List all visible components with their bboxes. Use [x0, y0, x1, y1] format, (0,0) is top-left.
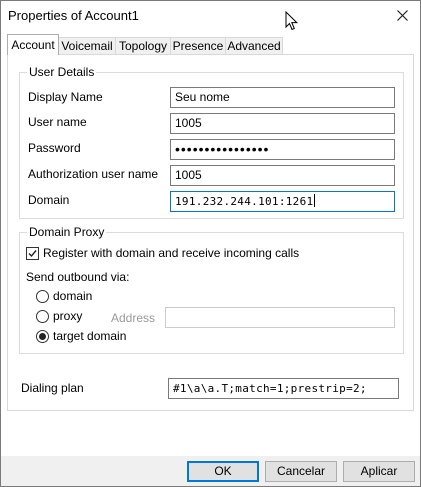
radio-proxy-label: proxy: [53, 309, 83, 323]
display-name-label: Display Name: [28, 90, 103, 104]
mouse-pointer-icon: [285, 11, 299, 31]
domain-proxy-group: Domain Proxy Register with domain and re…: [19, 225, 404, 354]
register-checkbox-label: Register with domain and receive incomin…: [43, 246, 300, 260]
register-checkbox[interactable]: [26, 246, 39, 260]
auth-user-name-label: Authorization user name: [28, 167, 159, 181]
title-bar: Properties of Account1: [1, 1, 420, 31]
cancel-button[interactable]: Cancelar: [265, 461, 337, 482]
dialing-plan-input[interactable]: #1\a\a.T;match=1;prestrip=2;: [168, 378, 399, 399]
radio-target-domain-label: target domain: [53, 329, 127, 343]
apply-button[interactable]: Aplicar: [343, 461, 415, 482]
account-tab-panel: User Details Display Name Seu nome User …: [7, 54, 414, 411]
tab-advanced[interactable]: Advanced: [225, 37, 283, 55]
ok-button[interactable]: OK: [187, 461, 259, 482]
tab-account[interactable]: Account: [7, 34, 59, 55]
domain-input[interactable]: 191.232.244.101:1261: [170, 191, 395, 212]
checkmark-icon: [28, 249, 37, 257]
close-icon: [396, 9, 408, 21]
radio-target-domain-row[interactable]: target domain: [36, 329, 126, 343]
auth-user-name-input[interactable]: 1005: [170, 165, 395, 186]
user-details-title: User Details: [27, 65, 97, 79]
radio-selected-dot: [39, 332, 46, 340]
address-input[interactable]: [165, 307, 395, 328]
user-details-group: User Details Display Name Seu nome User …: [19, 65, 404, 219]
close-button[interactable]: [384, 1, 420, 29]
address-label: Address: [111, 311, 156, 325]
user-name-label: User name: [28, 115, 87, 129]
display-name-input[interactable]: Seu nome: [170, 87, 395, 108]
password-input[interactable]: ••••••••••••••••: [170, 139, 395, 160]
dialing-plan-label: Dialing plan: [21, 381, 84, 395]
domain-proxy-title: Domain Proxy: [27, 225, 107, 239]
user-name-input[interactable]: 1005: [170, 113, 395, 134]
radio-proxy[interactable]: [36, 309, 49, 323]
tab-topology[interactable]: Topology: [115, 37, 171, 55]
properties-dialog: Properties of Account1 Account Voicemail…: [0, 0, 421, 487]
radio-domain[interactable]: [36, 289, 49, 303]
register-checkbox-row[interactable]: Register with domain and receive incomin…: [26, 246, 299, 260]
radio-domain-label: domain: [53, 289, 93, 303]
radio-proxy-row[interactable]: proxy: [36, 309, 82, 323]
password-label: Password: [28, 141, 81, 155]
radio-domain-row[interactable]: domain: [36, 289, 92, 303]
tab-voicemail[interactable]: Voicemail: [58, 37, 116, 55]
tab-presence[interactable]: Presence: [170, 37, 226, 55]
text-caret: [314, 194, 316, 207]
send-outbound-label: Send outbound via:: [26, 270, 130, 284]
window-title: Properties of Account1: [8, 8, 139, 23]
domain-label: Domain: [28, 193, 70, 207]
domain-value: 191.232.244.101:1261: [175, 195, 314, 208]
radio-target-domain[interactable]: [36, 329, 49, 343]
